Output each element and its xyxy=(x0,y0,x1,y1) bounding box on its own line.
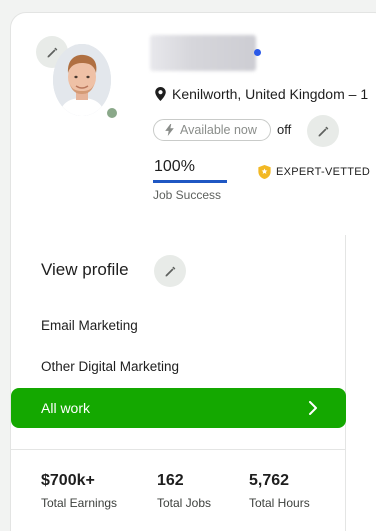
job-success-value: 100% xyxy=(154,158,195,175)
availability-state: off xyxy=(277,122,292,137)
location: Kenilworth, United Kingdom – 1 xyxy=(155,86,368,102)
stat-total-earnings: $700k+ Total Earnings xyxy=(41,472,117,510)
all-work-label: All work xyxy=(41,400,91,416)
stat-total-jobs: 162 Total Jobs xyxy=(157,472,211,510)
profile-name-redacted xyxy=(150,35,256,71)
all-work-button[interactable]: All work xyxy=(11,388,346,428)
stat-total-hours: 5,762 Total Hours xyxy=(249,472,310,510)
specialized-profile-email-marketing[interactable]: Email Marketing xyxy=(41,318,138,333)
stat-label: Total Jobs xyxy=(157,496,212,510)
stats-divider xyxy=(10,449,346,450)
verified-dot xyxy=(254,49,261,56)
stat-label: Total Hours xyxy=(249,496,310,510)
expert-vetted-badge: EXPERT-VETTED xyxy=(258,165,370,179)
expert-vetted-label: EXPERT-VETTED xyxy=(276,166,371,178)
pencil-icon xyxy=(47,47,57,57)
view-profile-heading: View profile xyxy=(41,260,129,279)
shield-badge-icon xyxy=(258,165,271,179)
online-status-dot xyxy=(105,106,119,120)
pencil-icon xyxy=(165,266,175,276)
stat-value: 5,762 xyxy=(249,472,290,489)
availability-toggle[interactable]: Available now xyxy=(153,119,271,141)
stat-value: $700k+ xyxy=(41,472,95,489)
avatar xyxy=(53,44,111,116)
availability-label: Available now xyxy=(180,123,257,137)
edit-availability-button[interactable] xyxy=(307,115,339,147)
edit-profile-button[interactable] xyxy=(154,255,186,287)
job-success-bar xyxy=(153,180,227,183)
job-success-label: Job Success xyxy=(153,188,222,202)
stat-label: Total Earnings xyxy=(41,496,118,510)
column-divider xyxy=(345,235,346,531)
stat-value: 162 xyxy=(157,472,184,489)
specialized-profile-digital-marketing[interactable]: Other Digital Marketing xyxy=(41,359,179,374)
location-text: Kenilworth, United Kingdom – 1 xyxy=(172,86,369,102)
location-pin-icon xyxy=(155,87,166,101)
chevron-right-icon xyxy=(309,401,317,415)
pencil-icon xyxy=(318,126,328,136)
lightning-icon xyxy=(165,124,174,136)
